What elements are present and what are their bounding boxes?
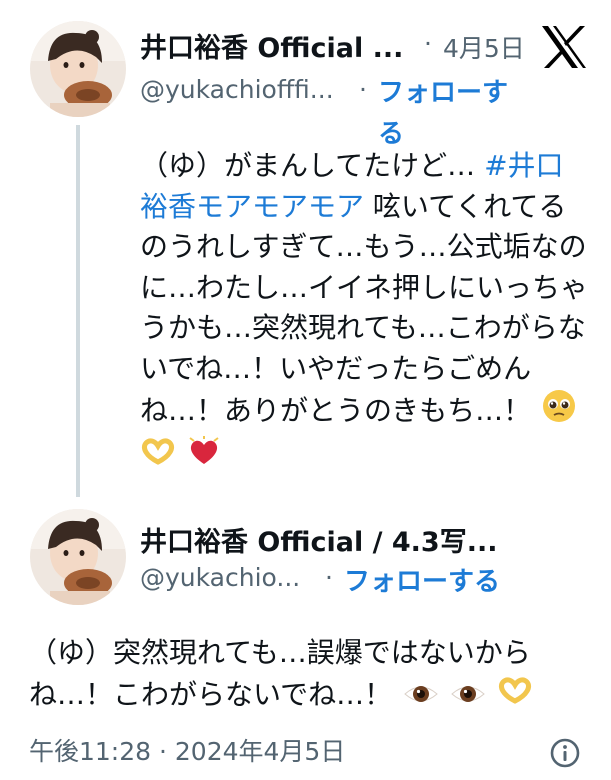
hashtag-link[interactable]: #井口 — [484, 149, 563, 182]
text-line: いでね…！いやだったらごめん — [140, 351, 532, 385]
info-icon[interactable] — [549, 737, 581, 769]
user-handle[interactable]: @yukachio... — [140, 563, 300, 592]
hashtag-link[interactable]: 裕香モアモアモア — [140, 190, 364, 223]
follow-label-wrap: る — [378, 119, 405, 149]
eye-emoji — [403, 675, 439, 717]
text-line: （ゆ）突然現れても…誤爆ではないから — [29, 636, 531, 669]
tweet-text: （ゆ）がまんしてたけど… #井口 裕香モアモアモア 呟いてくれてる のうれしすぎ… — [140, 146, 588, 471]
text-line: （ゆ）がまんしてたけど… #井口 — [140, 146, 588, 187]
heart-hands-emoji — [140, 436, 176, 478]
text-line: ね…！ありがとうのきもち…！ — [140, 389, 588, 435]
text-line: に…わたし…イイネ押しにいっちゃ — [140, 270, 589, 304]
heart-hands-emoji — [497, 675, 533, 717]
text-segment: 呟いてくれてる — [372, 189, 567, 223]
text-line: うかも…突然現れても…こわがらな — [140, 311, 586, 344]
separator-dot: · — [424, 29, 432, 58]
text-line: 裕香モアモアモア 呟いてくれてる — [140, 187, 588, 228]
avatar[interactable] — [30, 21, 126, 117]
tweet-text: （ゆ）突然現れても…誤爆ではないから ね…！こわがらないでね…！ — [29, 632, 533, 717]
text-line: のうれしすぎて…もう…公式垢なの — [140, 230, 587, 263]
text-segment: （ゆ）がまんしてたけど… — [140, 149, 476, 182]
text-line: ね…！こわがらないでね…！ — [29, 674, 533, 717]
text-line — [140, 435, 588, 471]
eye-emoji — [450, 675, 486, 717]
pleading-face-emoji — [542, 389, 576, 435]
thread-line — [76, 125, 80, 497]
user-handle[interactable]: @yukachiofffi... — [140, 75, 334, 104]
tweet-screenshot: 井口裕香 Official ... · 4月5日 @yukachiofffi..… — [0, 0, 611, 780]
avatar[interactable] — [30, 509, 126, 605]
display-name[interactable]: 井口裕香 Official ... — [140, 26, 403, 65]
tweet-timestamp[interactable]: 午後11:28 · 2024年4月5日 — [29, 732, 345, 768]
follow-button[interactable]: フォローする — [344, 561, 500, 598]
text-segment: ね…！ありがとうのきもち…！ — [140, 393, 532, 427]
separator-dot: · — [359, 75, 367, 104]
separator-dot: · — [325, 563, 333, 592]
x-logo-icon[interactable] — [540, 24, 588, 70]
text-segment: ね…！こわがらないでね…！ — [29, 678, 393, 711]
beating-heart-emoji — [187, 435, 221, 479]
follow-button[interactable]: フォローす る — [378, 72, 508, 150]
follow-label: フォローす — [378, 78, 509, 108]
display-name[interactable]: 井口裕香 Official / 4.3写... — [140, 520, 497, 559]
tweet-date[interactable]: 4月5日 — [443, 29, 525, 65]
